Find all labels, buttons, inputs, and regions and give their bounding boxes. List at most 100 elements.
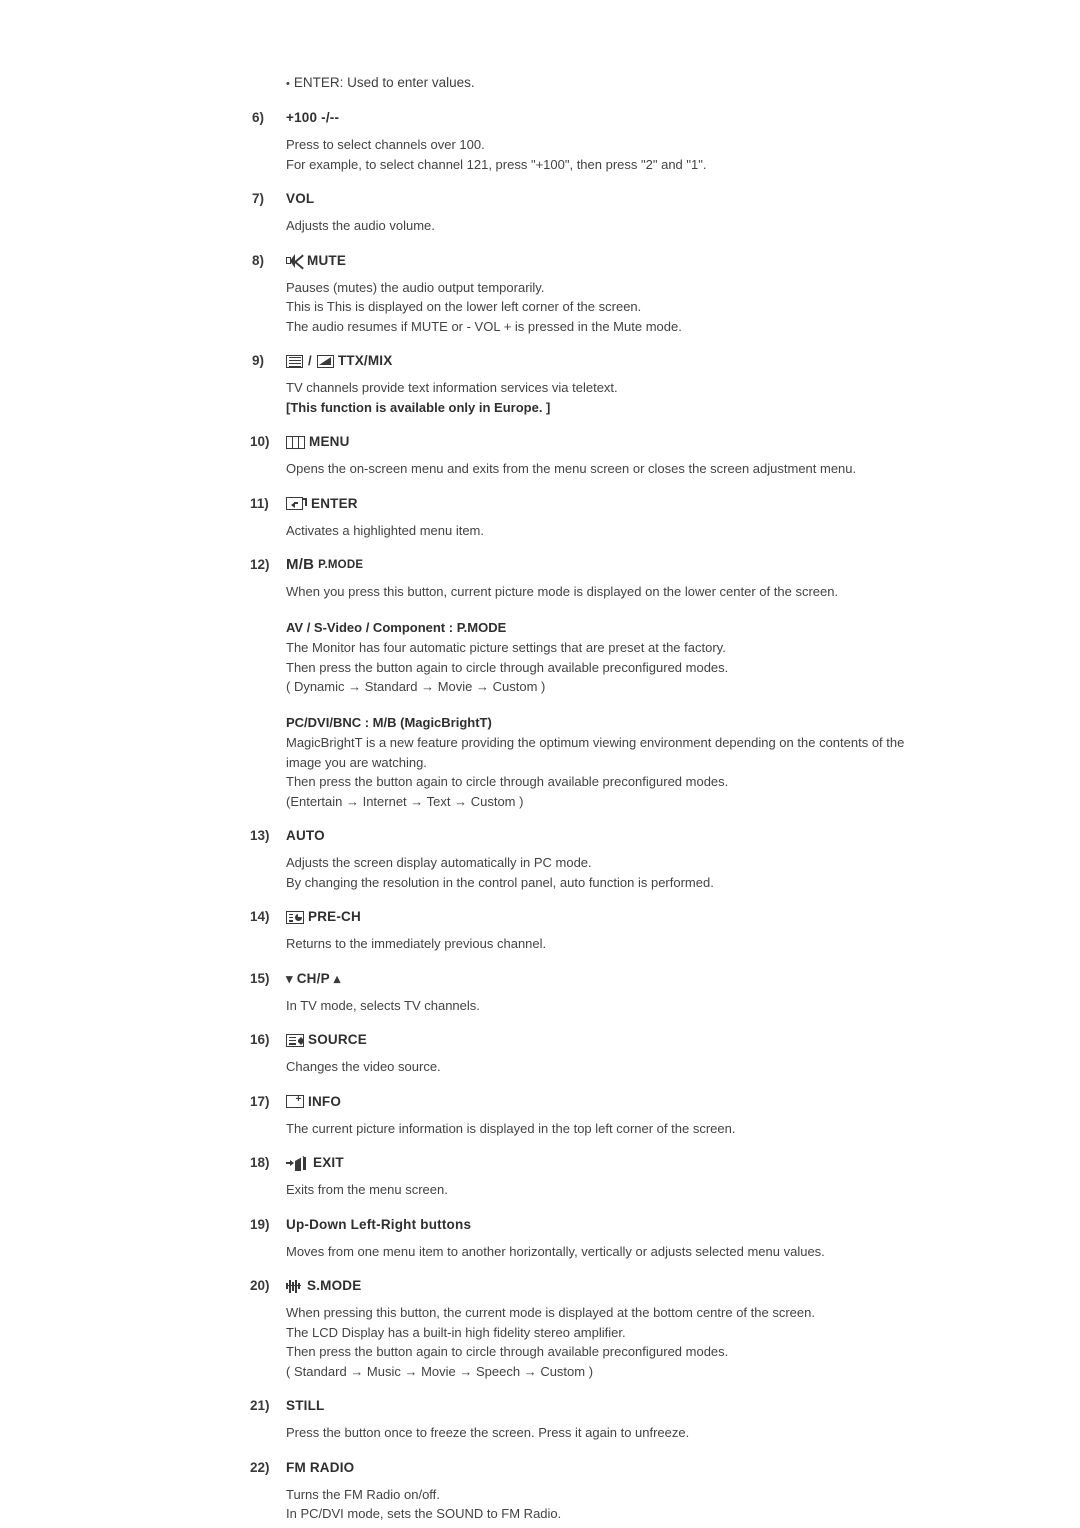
entry-16: 16) SOURCE Changes the video source. [250, 1032, 950, 1077]
body-line: This is This is displayed on the lower l… [286, 299, 642, 314]
entry-title: + INFO [286, 1094, 341, 1110]
entry-number: 10) [250, 434, 270, 449]
entry-number: 22) [250, 1459, 270, 1475]
entry-18: 18) EXIT Exits from the menu screen. [250, 1155, 950, 1200]
entry-title-small: P.MODE [318, 559, 364, 571]
enter-icon [286, 497, 307, 510]
entry-title-text: S.MODE [307, 1278, 362, 1293]
body-line-bold: [This function is available only in Euro… [286, 399, 551, 415]
entry-title: Up-Down Left-Right buttons [286, 1217, 471, 1233]
entry-body: When pressing this button, the current m… [286, 1303, 950, 1381]
entry-body: Returns to the immediately previous chan… [286, 934, 950, 954]
entry-title-text: TTX/MIX [337, 353, 393, 368]
source-icon [286, 1033, 304, 1047]
mute-icon [286, 253, 304, 269]
entry-number: 15) [250, 970, 270, 986]
entry-body: Exits from the menu screen. [286, 1180, 950, 1200]
entry-title: PRE-CH [286, 909, 361, 925]
info-icon: + [286, 1094, 304, 1108]
entry-number: 17) [250, 1093, 270, 1109]
entry-number: 13) [250, 828, 270, 843]
entry-title: +100 -/-- [286, 110, 339, 126]
entry-body: Adjusts the audio volume. [286, 216, 950, 236]
entry-20: 20) S.MODE When pressing this button, th… [250, 1278, 950, 1381]
subblock-pmode-av: AV / S-Video / Component : P.MODE The Mo… [286, 618, 950, 697]
body-line: For example, to select channel 121, pres… [286, 156, 707, 172]
entry-title: MENU [286, 434, 350, 450]
body-line: The LCD Display has a built-in high fide… [286, 1324, 626, 1340]
entry-body: Pauses (mutes) the audio output temporar… [286, 278, 950, 337]
bullet-dot-icon: • [286, 78, 290, 90]
entry-title-text: +100 -/-- [286, 110, 340, 125]
body-line: In TV mode, selects TV channels. [286, 997, 480, 1013]
entry-title-text: MUTE [307, 252, 347, 268]
entry-title-text: CH/P [296, 970, 330, 986]
entry-body: Adjusts the screen display automatically… [286, 853, 950, 892]
body-line: The Monitor has four automatic picture s… [286, 640, 726, 655]
entry-title: FM RADIO [286, 1460, 354, 1476]
body-line: When you press this button, current pict… [286, 584, 839, 599]
body-line: Pauses (mutes) the audio output temporar… [286, 279, 545, 295]
chevron-up-icon: ▴ [333, 971, 341, 986]
entry-body: Turns the FM Radio on/off. In PC/DVI mod… [286, 1485, 950, 1524]
body-line: Moves from one menu item to another hori… [286, 1243, 825, 1259]
teletext-icon [286, 354, 303, 368]
body-line: Returns to the immediately previous chan… [286, 936, 547, 951]
s-mode-icon [286, 1279, 303, 1293]
body-line: Opens the on-screen menu and exits from … [286, 461, 857, 476]
body-line: Then press the button again to circle th… [286, 774, 729, 789]
entry-14: 14) PRE-CH Returns to the immediately pr… [250, 909, 950, 954]
entry-22: 22) FM RADIO Turns the FM Radio on/off. … [250, 1460, 950, 1524]
entry-number: 20) [250, 1278, 270, 1293]
entry-title: M/B P.MODE [286, 557, 363, 573]
body-line: Press the button once to freeze the scre… [286, 1425, 690, 1440]
entry-body: Press to select channels over 100. For e… [286, 135, 950, 174]
entry-title-text: AUTO [286, 828, 325, 843]
intro-bullet-text: ENTER: Used to enter values. [293, 75, 475, 90]
body-line: TV channels provide text information ser… [286, 380, 618, 395]
entry-body: Moves from one menu item to another hori… [286, 1242, 950, 1262]
slash-separator: / [308, 353, 312, 368]
document-page: • ENTER: Used to enter values. 6) +100 -/… [0, 0, 1080, 1528]
body-line: Adjusts the screen display automatically… [286, 855, 592, 870]
entry-body: Opens the on-screen menu and exits from … [286, 459, 950, 479]
entry-body: Press the button once to freeze the scre… [286, 1423, 950, 1443]
pre-ch-icon [286, 910, 304, 924]
entry-15: 15) ▾ CH/P ▴ In TV mode, selects TV chan… [250, 971, 950, 1016]
body-line: Then press the button again to circle th… [286, 659, 729, 675]
body-line: In PC/DVI mode, sets the SOUND to FM Rad… [286, 1506, 562, 1521]
entry-title: STILL [286, 1398, 325, 1414]
entry-title-text: FM RADIO [286, 1459, 355, 1475]
entry-title: / TTX/MIX [286, 353, 392, 369]
entry-number: 11) [250, 495, 269, 511]
entry-title: AUTO [286, 828, 325, 844]
entry-title-text: ENTER [311, 495, 358, 511]
subblock-pmode-pc: PC/DVI/BNC : M/B (MagicBrightT) MagicBri… [286, 713, 950, 812]
entry-19: 19) Up-Down Left-Right buttons Moves fro… [250, 1217, 950, 1262]
entry-number: 16) [250, 1032, 270, 1047]
entry-title: SOURCE [286, 1032, 367, 1048]
entry-title-text: SOURCE [308, 1032, 367, 1047]
entry-number: 9) [252, 353, 265, 368]
entry-12: 12) M/B P.MODE When you press this butto… [250, 557, 950, 811]
entry-10: 10) MENU Opens the on-screen menu and ex… [250, 434, 950, 479]
entry-title-text: EXIT [313, 1155, 344, 1170]
subblock-heading: PC/DVI/BNC : M/B (MagicBrightT) [286, 714, 492, 730]
entry-title: EXIT [286, 1155, 344, 1171]
body-line: Exits from the menu screen. [286, 1182, 448, 1197]
entry-title: ENTER [286, 496, 358, 512]
entry-8: 8) MUTE Pauses (mutes) the audio output … [250, 253, 950, 337]
entry-number: 19) [250, 1216, 270, 1232]
entry-title-text: Up-Down Left-Right buttons [286, 1216, 472, 1232]
entry-title-text: INFO [308, 1093, 342, 1109]
entry-title: ▾ CH/P ▴ [286, 971, 341, 987]
body-line: ( Standard → Music → Movie → Speech → Cu… [286, 1363, 594, 1379]
body-line: When pressing this button, the current m… [286, 1305, 815, 1320]
entry-title-text: MENU [309, 434, 350, 449]
entry-body: In TV mode, selects TV channels. [286, 996, 950, 1016]
entry-number: 7) [252, 191, 265, 206]
document-content: • ENTER: Used to enter values. 6) +100 -/… [250, 74, 950, 1524]
entry-number: 6) [252, 110, 265, 125]
body-line: MagicBrightT is a new feature providing … [286, 735, 905, 750]
entry-body: Changes the video source. [286, 1057, 950, 1077]
